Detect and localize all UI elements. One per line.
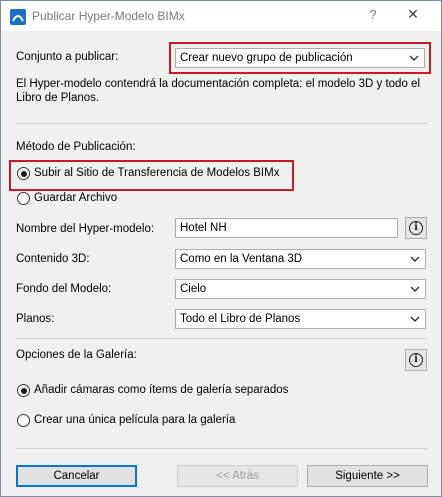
radio-save-file[interactable] (17, 192, 30, 205)
title-bar: Publicar Hyper-Modelo BIMx ? ✕ (1, 1, 441, 31)
gallery-heading: Opciones de la Galería: (16, 349, 137, 361)
next-button[interactable]: Siguiente >> (307, 465, 428, 487)
method-heading: Método de Publicación: (16, 141, 136, 153)
plans-dropdown[interactable]: Todo el Libro de Planos (175, 309, 426, 329)
radio-save-file-label[interactable]: Guardar Archivo (34, 192, 117, 204)
plans-label: Planos: (16, 313, 55, 325)
background-value: Cielo (180, 283, 207, 295)
dialog-content: Conjunto a publicar: Crear nuevo grupo d… (1, 31, 441, 496)
publish-set-dropdown[interactable]: Crear nuevo grupo de publicación (175, 48, 425, 68)
model-name-label: Nombre del Hyper-modelo: (16, 223, 155, 235)
radio-single-movie[interactable] (17, 414, 30, 427)
publish-set-value: Crear nuevo grupo de publicación (180, 52, 353, 64)
radio-cameras-separate-label[interactable]: Añadir cámaras como ítems de galería sep… (34, 384, 288, 396)
info-icon: i (409, 353, 423, 367)
chevron-down-icon (410, 316, 420, 322)
model-name-input[interactable]: Hotel NH (175, 218, 398, 238)
back-button[interactable]: << Atrás (177, 465, 298, 487)
dialog-window: Publicar Hyper-Modelo BIMx ? ✕ Conjunto … (0, 0, 442, 497)
separator (16, 123, 428, 124)
plans-value: Todo el Libro de Planos (180, 313, 301, 325)
content-3d-value: Como en la Ventana 3D (180, 253, 303, 265)
help-button[interactable]: ? (365, 7, 381, 25)
model-name-info-button[interactable]: i (405, 217, 427, 239)
background-label: Fondo del Modelo: (16, 283, 112, 295)
chevron-down-icon (409, 55, 419, 61)
radio-single-movie-label[interactable]: Crear una única película para la galería (34, 414, 235, 426)
separator (16, 448, 428, 449)
description-line-1: El Hyper-modelo contendrá la documentaci… (16, 78, 420, 90)
content-3d-label: Contenido 3D: (16, 253, 90, 265)
background-dropdown[interactable]: Cielo (175, 279, 426, 299)
description-line-2: Libro de Planos. (16, 92, 100, 104)
info-icon: i (409, 221, 423, 235)
radio-upload-bimx[interactable] (17, 167, 30, 180)
window-title: Publicar Hyper-Modelo BIMx (32, 9, 185, 23)
chevron-down-icon (410, 286, 420, 292)
separator (16, 338, 428, 339)
content-3d-dropdown[interactable]: Como en la Ventana 3D (175, 249, 426, 269)
radio-upload-bimx-label[interactable]: Subir al Sitio de Transferencia de Model… (34, 167, 279, 179)
cancel-button[interactable]: Cancelar (16, 465, 137, 487)
gallery-info-button[interactable]: i (405, 349, 427, 371)
model-name-value: Hotel NH (180, 222, 227, 234)
publish-set-label: Conjunto a publicar: (16, 51, 119, 63)
radio-cameras-separate[interactable] (17, 384, 30, 397)
chevron-down-icon (410, 256, 420, 262)
bimx-app-icon (10, 9, 26, 25)
close-button[interactable]: ✕ (405, 6, 421, 24)
